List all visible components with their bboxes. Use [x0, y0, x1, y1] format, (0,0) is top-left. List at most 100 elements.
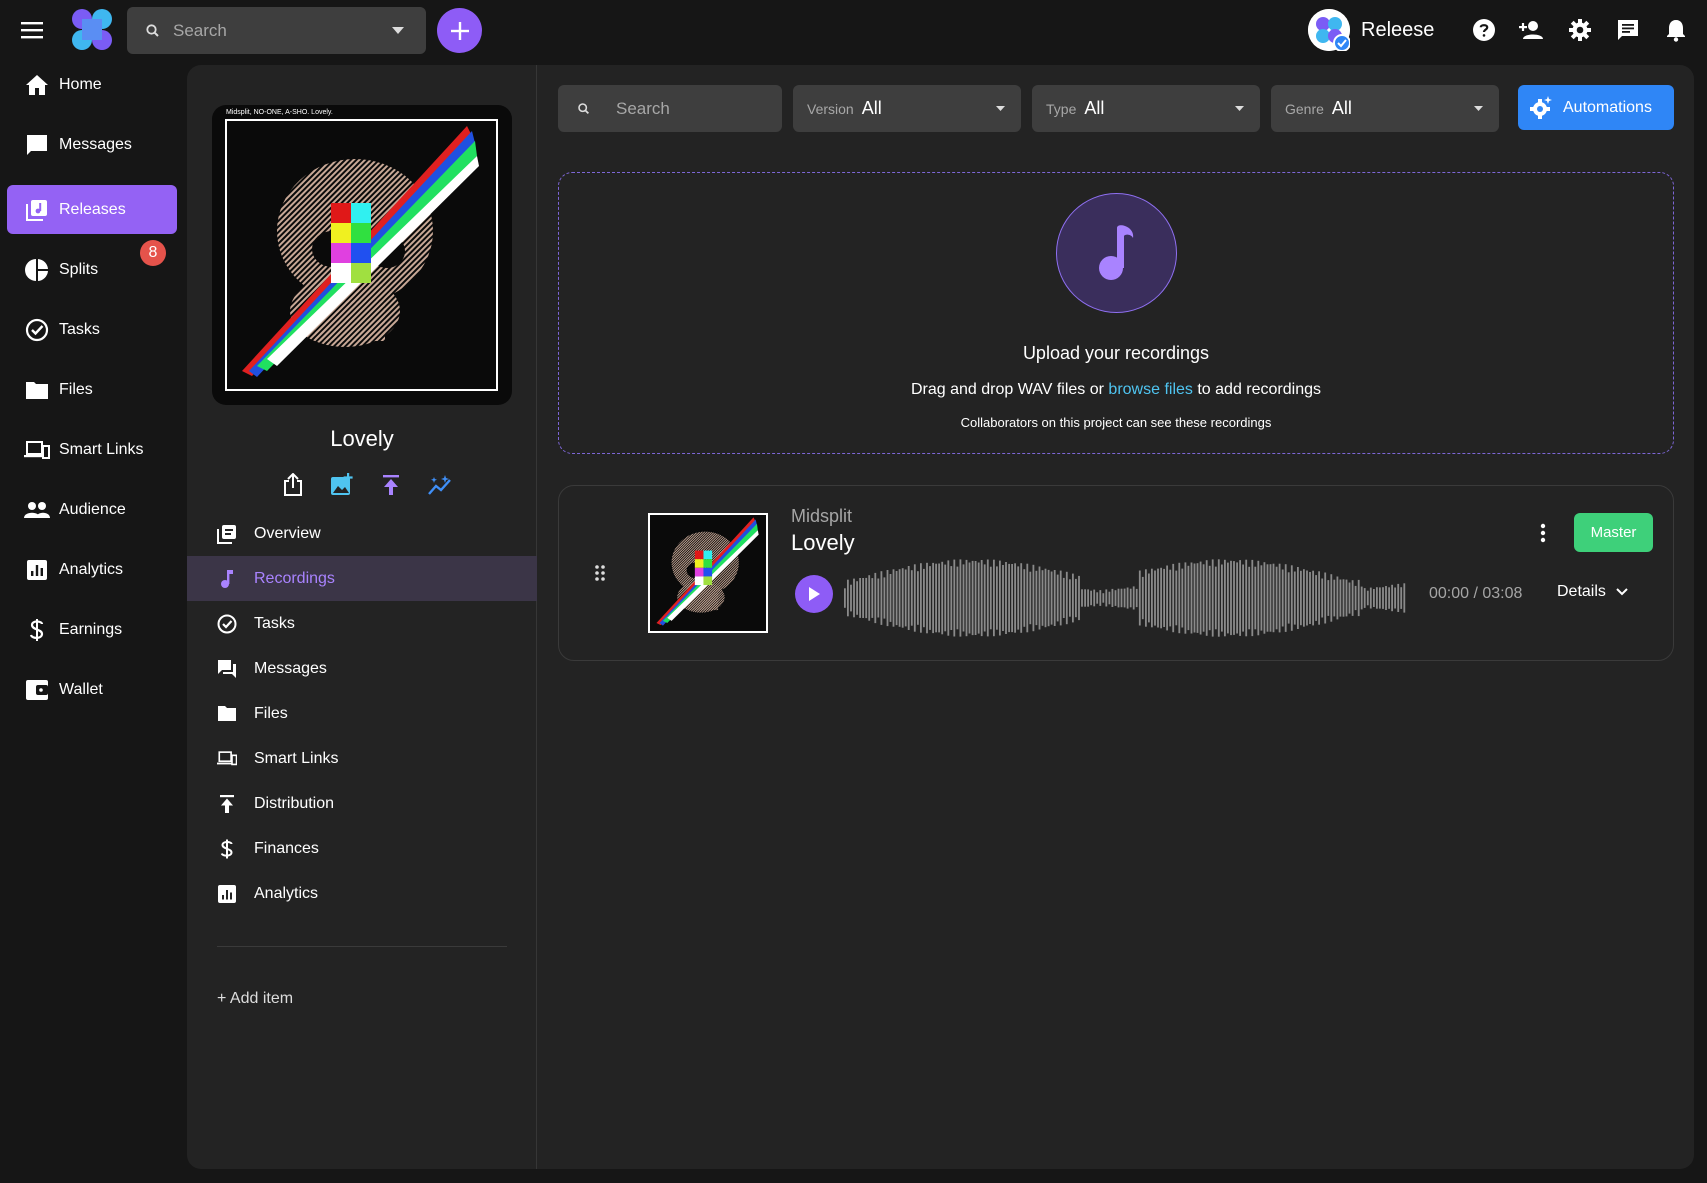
cover-frame — [225, 119, 498, 391]
release-nav-recordings[interactable]: Recordings — [187, 556, 537, 601]
more-options-icon[interactable] — [1531, 520, 1555, 546]
release-title: Lovely — [330, 426, 394, 451]
recordings-search-input[interactable]: Search — [558, 85, 782, 132]
sidebar-item-wallet[interactable]: Wallet — [7, 665, 177, 714]
publish-icon[interactable] — [373, 467, 409, 503]
account-switcher[interactable]: Releese — [1308, 9, 1434, 51]
master-tag-button[interactable]: Master — [1574, 513, 1653, 552]
details-toggle[interactable]: Details — [1557, 583, 1628, 601]
audio-waveform[interactable] — [844, 558, 1406, 638]
share-icon[interactable] — [275, 467, 311, 503]
add-photo-icon[interactable] — [324, 467, 360, 503]
chevron-down-icon — [1235, 106, 1244, 111]
home-icon — [24, 72, 50, 98]
genre-filter-label: Genre — [1285, 100, 1324, 117]
plus-icon — [450, 21, 469, 40]
recording-card: Midsplit Lovely Master 00:00 / 03:08 Det… — [558, 485, 1674, 661]
release-nav-smart-links[interactable]: Smart Links — [187, 736, 537, 781]
release-nav-finances[interactable]: Finances — [187, 826, 537, 871]
sidebar-item-analytics[interactable]: Analytics — [7, 545, 177, 594]
version-filter-select[interactable]: Version All — [793, 85, 1021, 132]
sidebar-item-releases[interactable]: Releases — [7, 185, 177, 234]
sidebar-item-label: Messages — [59, 135, 132, 153]
sidebar-item-earnings[interactable]: Earnings — [7, 605, 177, 654]
sidebar-item-label: Releases — [59, 200, 126, 218]
sidebar-item-tasks[interactable]: Tasks — [7, 305, 177, 354]
music-note-icon — [217, 569, 237, 589]
skull-artwork-image — [227, 121, 496, 389]
sidebar-item-label: Splits — [59, 260, 99, 278]
add-user-icon[interactable] — [1508, 14, 1556, 46]
recording-title: Lovely — [791, 530, 855, 555]
sidebar-item-label: Tasks — [59, 320, 100, 338]
release-cover-art[interactable]: Midsplit, NO-ONE, A-SHO. Lovely. — [212, 105, 512, 405]
notifications-bell-icon[interactable] — [1652, 14, 1700, 46]
hamburger-menu-icon[interactable] — [18, 16, 46, 44]
releese-logo[interactable] — [70, 8, 116, 52]
release-nav-tasks[interactable]: Tasks — [187, 601, 537, 646]
genre-filter-select[interactable]: Genre All — [1271, 85, 1499, 132]
sidebar-item-label: Files — [59, 380, 93, 398]
recording-artist: Midsplit — [791, 506, 853, 526]
publish-icon — [217, 794, 237, 814]
sidebar-item-smart-links[interactable]: Smart Links — [7, 425, 177, 474]
release-nav-overview[interactable]: Overview — [187, 511, 537, 556]
recordings-search-placeholder: Search — [616, 98, 670, 118]
details-label: Details — [1557, 583, 1606, 600]
genre-filter-value: All — [1331, 98, 1352, 118]
music-note-icon — [1056, 193, 1177, 313]
sidebar-item-files[interactable]: Files — [7, 365, 177, 414]
type-filter-value: All — [1084, 98, 1105, 118]
devices-icon — [217, 749, 237, 769]
release-nav-label: Overview — [254, 524, 321, 542]
recordings-main: Search Version All Type All Genre All Au… — [538, 65, 1694, 1169]
upload-note: Collaborators on this project can see th… — [960, 415, 1272, 430]
sidebar-item-label: Smart Links — [59, 440, 144, 458]
release-nav-label: Messages — [254, 659, 327, 677]
dollar-icon — [24, 617, 50, 643]
global-search-input[interactable]: Search — [127, 7, 426, 54]
pie-icon — [24, 257, 50, 283]
sidebar-item-label: Analytics — [59, 560, 124, 578]
check-circle-icon — [24, 317, 50, 343]
type-filter-label: Type — [1046, 100, 1077, 117]
upload-desc-text: Drag and drop WAV files or — [911, 381, 1109, 398]
release-nav-label: Tasks — [254, 614, 295, 632]
play-button[interactable] — [795, 575, 833, 613]
analytics-icon — [24, 557, 50, 583]
type-filter-select[interactable]: Type All — [1032, 85, 1260, 132]
sidebar-item-messages[interactable]: Messages — [7, 120, 177, 169]
upload-dropzone[interactable]: Upload your recordings Drag and drop WAV… — [558, 172, 1674, 454]
play-icon — [809, 587, 820, 601]
upload-title: Upload your recordings — [1022, 343, 1210, 363]
sidebar-item-label: Earnings — [59, 620, 123, 638]
create-button[interactable] — [437, 8, 482, 53]
automations-button[interactable]: Automations — [1518, 85, 1674, 130]
folder-icon — [217, 704, 237, 724]
release-nav-label: Analytics — [254, 884, 319, 902]
forum-icon — [217, 659, 237, 679]
release-nav-analytics[interactable]: Analytics — [187, 871, 537, 916]
dollar-icon — [217, 839, 237, 859]
sidebar-item-audience[interactable]: Audience — [7, 485, 177, 534]
top-icon-group — [1460, 14, 1700, 46]
playback-time: 00:00 / 03:08 — [1429, 585, 1523, 602]
search-dropdown-icon[interactable] — [392, 26, 404, 35]
insights-icon[interactable] — [422, 467, 458, 503]
help-icon[interactable] — [1460, 14, 1508, 46]
sidebar-item-label: Audience — [59, 500, 126, 518]
upload-desc-text: to add recordings — [1192, 381, 1321, 398]
release-nav-label: Files — [254, 704, 288, 722]
chat-icon[interactable] — [1604, 14, 1652, 46]
sidebar-item-home[interactable]: Home — [7, 60, 177, 109]
release-nav-messages[interactable]: Messages — [187, 646, 537, 691]
search-icon — [145, 23, 161, 39]
settings-gear-icon[interactable] — [1556, 14, 1604, 46]
add-item-button[interactable]: + Add item — [217, 990, 293, 1008]
browse-files-link[interactable]: browse files — [1108, 381, 1192, 398]
release-nav-distribution[interactable]: Distribution — [187, 781, 537, 826]
drag-handle-icon[interactable] — [594, 564, 606, 582]
chevron-down-icon — [1616, 588, 1628, 596]
release-nav-label: Distribution — [254, 794, 335, 812]
release-nav-files[interactable]: Files — [187, 691, 537, 736]
